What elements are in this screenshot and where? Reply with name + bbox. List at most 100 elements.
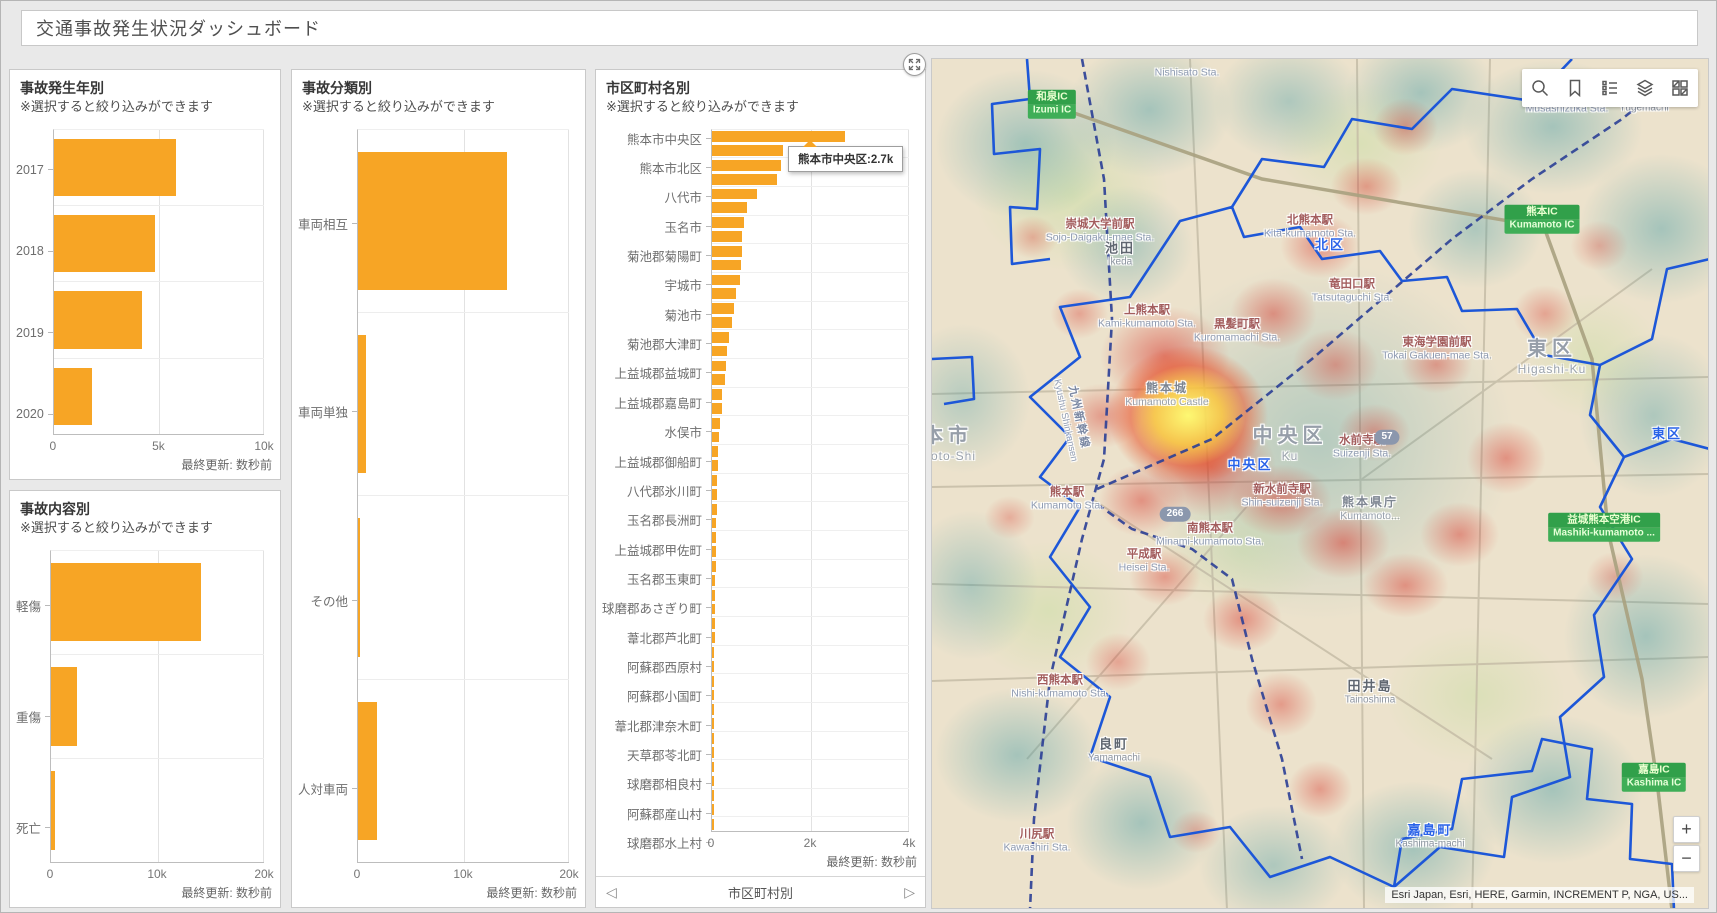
bar-item[interactable]	[712, 804, 714, 815]
bar-2017[interactable]	[54, 139, 176, 196]
category-label: 熊本市中央区	[602, 129, 711, 148]
last-updated: 最終更新: 数秒前	[10, 455, 280, 479]
bar-item[interactable]	[712, 317, 732, 328]
bar-2019[interactable]	[54, 291, 142, 348]
bar-玉名市[interactable]	[712, 217, 744, 228]
zoom-out-button[interactable]: −	[1673, 845, 1700, 872]
category-label: 葦北郡芦北町	[602, 628, 711, 647]
bar-item[interactable]	[712, 403, 722, 414]
bar-人対車両[interactable]	[358, 702, 377, 841]
bar-item[interactable]	[712, 260, 741, 271]
bar-葦北郡芦北町[interactable]	[712, 618, 715, 629]
category-label: 2017	[16, 129, 53, 211]
bar-item[interactable]	[712, 575, 715, 586]
x-tick: 10k	[254, 439, 273, 453]
bar-菊池郡大津町[interactable]	[712, 332, 729, 343]
map-label-place: 良町Yamamachi	[1088, 737, 1140, 766]
x-tick: 2k	[804, 836, 817, 850]
panel-accident-year: 事故発生年別 ※選択すると絞り込みができます 2017201820192020 …	[9, 69, 281, 480]
x-tick: 20k	[254, 867, 273, 881]
bar-2018[interactable]	[54, 215, 155, 272]
category-label: 天草郡苓北町	[602, 745, 711, 764]
bar-軽傷[interactable]	[51, 563, 201, 641]
bar-item[interactable]	[712, 460, 718, 471]
bar-球磨郡相良村[interactable]	[712, 762, 714, 773]
bar-熊本市北区[interactable]	[712, 160, 781, 171]
municipality-pager: ◁ 市区町村別 ▷	[596, 876, 925, 907]
bar-上益城郡嘉島町[interactable]	[712, 389, 722, 400]
chart-band	[712, 502, 909, 516]
bar-菊池郡菊陽町[interactable]	[712, 246, 742, 257]
bar-八代市[interactable]	[712, 189, 757, 200]
bar-2020[interactable]	[54, 368, 92, 425]
bar-item[interactable]	[712, 489, 717, 500]
bar-item[interactable]	[712, 288, 736, 299]
bar-球磨郡あさぎり町[interactable]	[712, 590, 715, 601]
bar-item[interactable]	[712, 604, 715, 615]
bar-item[interactable]	[712, 546, 716, 557]
bar-上益城郡益城町[interactable]	[712, 361, 726, 372]
bar-宇城市[interactable]	[712, 275, 740, 286]
bookmark-icon[interactable]	[1564, 77, 1586, 99]
chart-band	[712, 602, 909, 617]
bar-item[interactable]	[712, 374, 725, 385]
legend-icon[interactable]	[1599, 77, 1621, 99]
bar-item[interactable]	[712, 202, 747, 213]
bar-上益城郡御船町[interactable]	[712, 446, 718, 457]
bar-阿蘇郡小国町[interactable]	[712, 676, 714, 687]
bar-阿蘇郡産山村[interactable]	[712, 790, 714, 801]
basemap-icon[interactable]	[1669, 77, 1691, 99]
map-label-station: 熊本駅Kumamoto Sta.	[1031, 485, 1103, 513]
category-label: 2020	[16, 373, 53, 455]
map-label-station: 崇城大学前駅Sojo-Daigaku-mae Sta.	[1046, 217, 1155, 245]
bar-item[interactable]	[712, 432, 719, 443]
bar-死亡[interactable]	[51, 771, 55, 849]
bar-item[interactable]	[712, 747, 714, 758]
bar-葦北郡津奈木町[interactable]	[712, 704, 714, 715]
bar-玉名郡玉東町[interactable]	[712, 561, 716, 572]
pager-next-button[interactable]: ▷	[904, 884, 915, 901]
category-label: 車両相互	[298, 129, 357, 318]
filter-hint: ※選択すると絞り込みができます	[606, 98, 915, 117]
bar-item[interactable]	[712, 690, 714, 701]
bar-水俣市[interactable]	[712, 418, 720, 429]
bar-item[interactable]	[712, 718, 714, 729]
bar-熊本市中央区[interactable]	[712, 131, 845, 142]
chart-band	[712, 258, 909, 273]
category-label: 玉名郡長洲町	[602, 510, 711, 529]
bar-阿蘇郡西原村[interactable]	[712, 647, 714, 658]
chart-band	[712, 745, 909, 760]
bar-車両単独[interactable]	[358, 335, 366, 474]
bar-その他[interactable]	[358, 518, 360, 657]
bar-item[interactable]	[712, 661, 714, 672]
x-axis-severity: 010k20k	[50, 863, 264, 883]
bar-item[interactable]	[712, 518, 716, 529]
bar-球磨郡水上村[interactable]	[712, 819, 714, 830]
chart-band	[712, 401, 909, 416]
chart-band	[712, 588, 909, 602]
chart-band	[712, 230, 909, 245]
bar-item[interactable]	[712, 145, 783, 156]
bar-item[interactable]	[712, 632, 715, 643]
chart-plot-year	[53, 129, 264, 435]
bar-車両相互[interactable]	[358, 152, 507, 291]
expand-panel-button[interactable]	[903, 53, 926, 76]
pager-prev-button[interactable]: ◁	[606, 884, 617, 901]
bar-item[interactable]	[712, 231, 742, 242]
bar-八代郡氷川町[interactable]	[712, 475, 717, 486]
bar-菊池市[interactable]	[712, 303, 734, 314]
bar-item[interactable]	[712, 174, 777, 185]
bar-玉名郡長洲町[interactable]	[712, 504, 717, 515]
zoom-in-button[interactable]: +	[1673, 816, 1700, 843]
chart-band	[712, 631, 909, 646]
layers-icon[interactable]	[1634, 77, 1656, 99]
bar-重傷[interactable]	[51, 667, 77, 745]
search-icon[interactable]	[1529, 77, 1551, 99]
category-label: 阿蘇郡小国町	[602, 686, 711, 705]
category-label: 上益城郡甲佐町	[602, 540, 711, 559]
bar-item[interactable]	[712, 346, 727, 357]
map-panel[interactable]: 上熊本駅Kami-kumamoto Sta.北熊本駅Kita-kumamoto …	[931, 58, 1709, 909]
bar-item[interactable]	[712, 776, 714, 787]
bar-天草郡苓北町[interactable]	[712, 733, 714, 744]
bar-上益城郡甲佐町[interactable]	[712, 532, 716, 543]
